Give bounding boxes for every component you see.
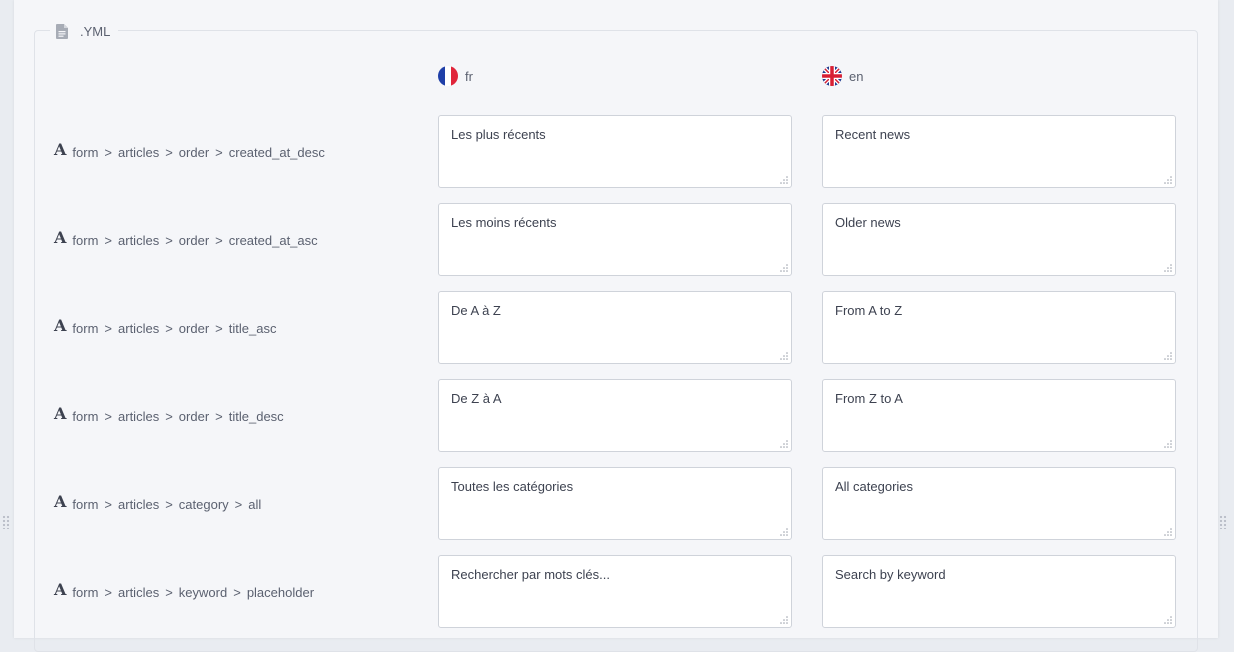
translation-key: A form > articles > category > all (54, 467, 261, 541)
font-icon: A (54, 404, 67, 423)
resize-handle-icon[interactable] (1164, 616, 1172, 624)
section-title: .YML (80, 23, 111, 39)
translation-key: A form > articles > order > title_desc (54, 379, 284, 453)
font-icon: A (54, 228, 67, 247)
translation-input-fr[interactable]: Toutes les catégories (438, 467, 792, 540)
resize-handle-icon[interactable] (1164, 440, 1172, 448)
resize-handle-icon[interactable] (780, 616, 788, 624)
translation-input-en[interactable]: Older news (822, 203, 1176, 276)
translation-input-en[interactable]: From A to Z (822, 291, 1176, 364)
translation-row: A form > articles > keyword > placeholder Rech… (0, 555, 1234, 629)
translation-key: A form > articles > keyword > placeholder (54, 555, 314, 629)
key-path: form > articles > order > title_asc (72, 320, 277, 336)
translation-input-en[interactable]: Search by keyword (822, 555, 1176, 628)
resize-handle-icon[interactable] (780, 264, 788, 272)
resize-handle-icon[interactable] (1164, 352, 1172, 360)
language-header-fr: fr (438, 66, 473, 86)
flag-france-icon (438, 66, 458, 86)
resize-handle-icon[interactable] (780, 528, 788, 536)
translation-input-fr[interactable]: De Z à A (438, 379, 792, 452)
translation-input-fr[interactable]: Les moins récents (438, 203, 792, 276)
resize-handle-icon[interactable] (1164, 528, 1172, 536)
translation-row: A form > articles > order > title_desc De Z à … (0, 379, 1234, 453)
translation-input-en[interactable]: All categories (822, 467, 1176, 540)
translation-input-fr[interactable]: Rechercher par mots clés... (438, 555, 792, 628)
translation-input-en[interactable]: From Z to A (822, 379, 1176, 452)
font-icon: A (54, 492, 67, 511)
resize-handle-icon[interactable] (1164, 264, 1172, 272)
key-path: form > articles > order > created_at_asc (72, 232, 318, 248)
translation-key: A form > articles > order > created_at_desc (54, 115, 325, 189)
key-path: form > articles > category > all (72, 496, 262, 512)
flag-uk-icon (822, 66, 842, 86)
resize-handle-icon[interactable] (780, 352, 788, 360)
resize-handle-icon[interactable] (780, 440, 788, 448)
language-header-en: en (822, 66, 863, 86)
translation-row: A form > articles > order > title_asc De A à Z… (0, 291, 1234, 365)
document-icon (56, 23, 68, 39)
resize-handle-icon[interactable] (780, 176, 788, 184)
font-icon: A (54, 316, 67, 335)
font-icon: A (54, 140, 67, 159)
language-code-en: en (849, 68, 864, 84)
translation-input-fr[interactable]: Les plus récents (438, 115, 792, 188)
translation-row: A form > articles > category > all Toutes les … (0, 467, 1234, 541)
key-path: form > articles > order > title_desc (72, 408, 284, 424)
resize-handle-icon[interactable] (1164, 176, 1172, 184)
key-path: form > articles > keyword > placeholder (72, 584, 315, 600)
translation-key: A form > articles > order > created_at_asc (54, 203, 318, 277)
fieldset-legend: .YML (50, 20, 119, 42)
translation-row: A form > articles > order > created_at_desc Le… (0, 115, 1234, 189)
translation-row: A form > articles > order > created_at_asc Les… (0, 203, 1234, 277)
key-path: form > articles > order > created_at_desc (72, 144, 325, 160)
language-code-fr: fr (465, 68, 473, 84)
translation-input-en[interactable]: Recent news (822, 115, 1176, 188)
font-icon: A (54, 580, 67, 599)
translation-input-fr[interactable]: De A à Z (438, 291, 792, 364)
translation-key: A form > articles > order > title_asc (54, 291, 276, 365)
